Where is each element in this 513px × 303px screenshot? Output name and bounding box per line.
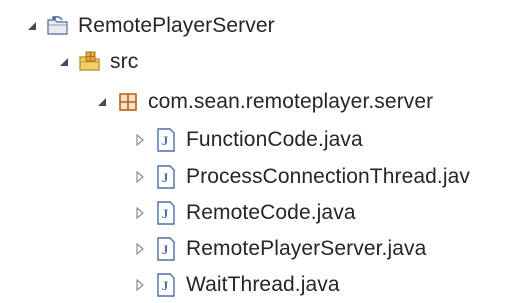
tree-item-file[interactable]: J ProcessConnectionThread.jav [132, 159, 470, 195]
src-label: src [110, 50, 139, 73]
file-label: RemoteCode.java [186, 201, 356, 224]
tree-item-file[interactable]: J RemotePlayerServer.java [132, 231, 426, 267]
tree-item-src[interactable]: src [56, 44, 138, 80]
package-label: com.sean.remoteplayer.server [148, 90, 434, 113]
svg-text:J: J [162, 278, 169, 293]
tree-item-package[interactable]: com.sean.remoteplayer.server [94, 84, 433, 120]
source-folder-icon [78, 50, 102, 74]
expanded-arrow-icon[interactable] [56, 54, 72, 70]
tree-item-file[interactable]: J RemoteCode.java [132, 195, 356, 231]
java-file-icon: J [154, 273, 178, 297]
svg-text:J: J [162, 170, 169, 185]
java-file-icon: J [154, 237, 178, 261]
java-file-icon: J [154, 201, 178, 225]
expanded-arrow-icon[interactable] [94, 94, 110, 110]
java-project-icon [46, 14, 70, 38]
svg-text:J: J [162, 133, 169, 148]
svg-text:J: J [162, 242, 169, 257]
file-label: FunctionCode.java [186, 128, 363, 151]
collapsed-arrow-icon[interactable] [132, 205, 148, 221]
file-label: ProcessConnectionThread.jav [186, 165, 471, 188]
collapsed-arrow-icon[interactable] [132, 277, 148, 293]
project-label: RemotePlayerServer [78, 14, 275, 37]
svg-text:J: J [162, 206, 169, 221]
java-file-icon: J [154, 165, 178, 189]
collapsed-arrow-icon[interactable] [132, 132, 148, 148]
collapsed-arrow-icon[interactable] [132, 241, 148, 257]
expanded-arrow-icon[interactable] [24, 18, 40, 34]
java-file-icon: J [154, 128, 178, 152]
file-label: RemotePlayerServer.java [186, 237, 427, 260]
file-label: WaitThread.java [186, 273, 340, 296]
collapsed-arrow-icon[interactable] [132, 169, 148, 185]
tree-item-file[interactable]: J FunctionCode.java [132, 122, 363, 158]
package-explorer-tree: RemotePlayerServer src com.sean.remotepl… [0, 0, 513, 297]
tree-item-file[interactable]: J WaitThread.java [132, 267, 340, 303]
tree-item-project[interactable]: RemotePlayerServer [24, 8, 275, 44]
package-icon [116, 90, 140, 114]
